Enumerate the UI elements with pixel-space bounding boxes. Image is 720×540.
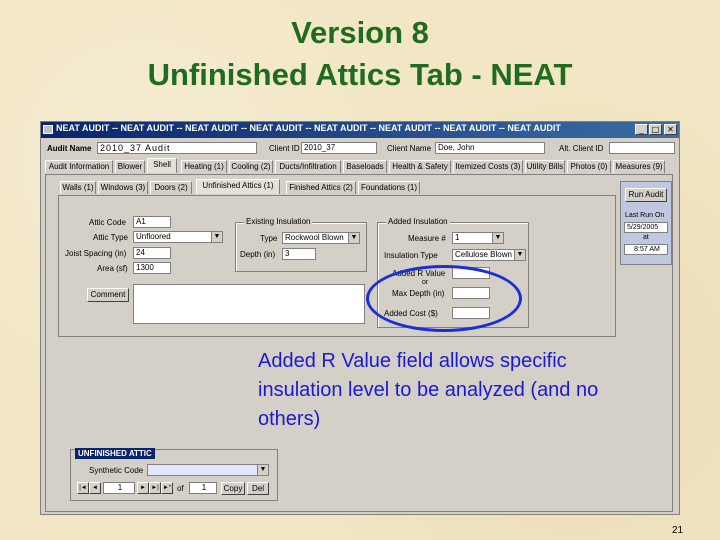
nav-next-button[interactable]: ► (137, 482, 149, 494)
tab-health-safety[interactable]: Health & Safety (389, 160, 451, 173)
tab-audit-information[interactable]: Audit Information (45, 160, 113, 173)
audit-name-label: Audit Name (47, 144, 92, 153)
window-titlebar: NEAT AUDIT -- NEAT AUDIT -- NEAT AUDIT -… (41, 122, 679, 138)
client-id-label: Client ID (269, 144, 300, 153)
area-field[interactable]: 1300 (133, 262, 171, 274)
attic-code-label: Attic Code (89, 218, 126, 227)
of-label: of (177, 484, 184, 493)
shell-panel: Walls (1) Windows (3) Doors (2) Unfinish… (45, 174, 673, 512)
unfinished-attic-title: UNFINISHED ATTIC (75, 448, 155, 459)
last-run-date-field: 5/29/2005 (624, 222, 668, 233)
slide-title-line1: Version 8 (291, 15, 429, 50)
tab-windows[interactable]: Windows (3) (98, 181, 148, 194)
joist-spacing-label: Joist Spacing (in) (65, 249, 127, 258)
attic-code-field[interactable]: A1 (133, 216, 171, 228)
tab-foundations[interactable]: Foundations (1) (358, 181, 420, 194)
tab-shell[interactable]: Shell (147, 158, 177, 173)
tab-walls[interactable]: Walls (1) (60, 181, 96, 194)
attic-type-value: Unfloored (136, 232, 171, 241)
nav-prev-button[interactable]: ◄ (89, 482, 101, 494)
chevron-down-icon[interactable]: ▼ (492, 233, 503, 243)
chevron-down-icon[interactable]: ▼ (514, 250, 525, 260)
nav-last-button[interactable]: ►| (149, 482, 161, 494)
tab-blower[interactable]: Blower (115, 160, 145, 173)
joist-spacing-field[interactable]: 24 (133, 247, 171, 259)
measure-select[interactable]: 1 ▼ (452, 232, 504, 244)
tab-utility-bills[interactable]: Utility Bills (525, 160, 565, 173)
existing-depth-field[interactable]: 3 (282, 248, 316, 260)
existing-insulation-title: Existing Insulation (244, 217, 313, 226)
comment-field[interactable] (133, 284, 365, 324)
window-title: NEAT AUDIT -- NEAT AUDIT -- NEAT AUDIT -… (56, 123, 561, 133)
tab-measures[interactable]: Measures (9) (613, 160, 665, 173)
tab-heating[interactable]: Heating (1) (181, 160, 227, 173)
comment-button[interactable]: Comment (87, 288, 129, 302)
alt-client-id-field[interactable] (609, 142, 675, 154)
alt-client-id-label: Alt. Client ID (559, 144, 604, 153)
existing-insulation-group: Existing Insulation Type Rockwool Blown … (235, 217, 367, 272)
insulation-type-value: Cellulose Blown (455, 250, 512, 259)
synthetic-code-label: Synthetic Code (89, 466, 144, 475)
attic-type-select[interactable]: Unfloored ▼ (133, 231, 223, 243)
last-run-time-field: 8:57 AM (624, 244, 668, 255)
existing-depth-label: Depth (in) (240, 250, 276, 259)
run-audit-panel: Run Audit Last Run On 5/29/2005 at 8:57 … (620, 181, 672, 265)
chevron-down-icon[interactable]: ▼ (257, 465, 268, 475)
close-button[interactable]: ✕ (664, 124, 677, 135)
measure-label: Measure # (408, 234, 446, 243)
copy-button[interactable]: Copy (221, 482, 245, 495)
tab-ducts-infiltration[interactable]: Ducts/Infiltration (275, 160, 341, 173)
delete-button[interactable]: Del (247, 482, 269, 495)
at-label: at (643, 234, 649, 241)
app-icon (43, 125, 53, 134)
insulation-type-label: Insulation Type (384, 251, 438, 260)
slide-title-line2: Unfinished Attics Tab - NEAT (147, 57, 573, 92)
minimize-button[interactable]: _ (635, 124, 648, 135)
maximize-button[interactable]: □ (649, 124, 662, 135)
neat-audit-window: NEAT AUDIT -- NEAT AUDIT -- NEAT AUDIT -… (40, 121, 680, 515)
nav-new-button[interactable]: ►* (161, 482, 173, 494)
unfinished-attics-panel: Attic Code A1 Attic Type Unfloored ▼ Joi… (58, 195, 616, 337)
tab-itemized-costs[interactable]: Itemized Costs (3) (453, 160, 523, 173)
audit-name-field[interactable]: 2010_37 Audit (97, 142, 257, 154)
chevron-down-icon[interactable]: ▼ (211, 232, 222, 242)
existing-type-select[interactable]: Rockwool Blown ▼ (282, 232, 360, 244)
highlight-oval (366, 265, 522, 332)
added-insulation-title: Added Insulation (386, 217, 450, 226)
main-tab-strip: Audit Information Blower Shell Heating (… (45, 158, 675, 174)
record-total-field: 1 (189, 482, 217, 494)
chevron-down-icon[interactable]: ▼ (348, 233, 359, 243)
client-name-field[interactable]: Doe, John (435, 142, 545, 154)
synthetic-code-select[interactable]: ▼ (147, 464, 269, 476)
tab-doors[interactable]: Doors (2) (150, 181, 192, 194)
record-number-field[interactable]: 1 (103, 482, 135, 494)
existing-type-value: Rockwool Blown (285, 233, 344, 242)
tab-cooling[interactable]: Cooling (2) (229, 160, 273, 173)
tab-finished-attics[interactable]: Finished Attics (2) (286, 181, 356, 194)
sub-tab-strip: Walls (1) Windows (3) Doors (2) Unfinish… (60, 179, 420, 195)
nav-first-button[interactable]: |◄ (77, 482, 89, 494)
run-audit-button[interactable]: Run Audit (625, 188, 667, 202)
last-run-label: Last Run On (625, 212, 665, 219)
annotation-text: Added R Value field allows specific insu… (258, 350, 599, 430)
area-label: Area (sf) (97, 264, 128, 273)
tab-photos[interactable]: Photos (0) (567, 160, 611, 173)
insulation-type-select[interactable]: Cellulose Blown ▼ (452, 249, 526, 261)
client-id-field[interactable]: 2010_37 (301, 142, 377, 154)
client-name-label: Client Name (387, 144, 432, 153)
tab-baseloads[interactable]: Baseloads (343, 160, 387, 173)
measure-value: 1 (455, 233, 460, 242)
unfinished-attic-navigator: UNFINISHED ATTIC Synthetic Code ▼ |◄ ◄ 1… (70, 448, 278, 501)
tab-unfinished-attics[interactable]: Unfinished Attics (1) (196, 179, 280, 194)
existing-type-label: Type (260, 234, 278, 243)
attic-type-label: Attic Type (93, 233, 128, 242)
page-number: 21 (672, 525, 684, 536)
